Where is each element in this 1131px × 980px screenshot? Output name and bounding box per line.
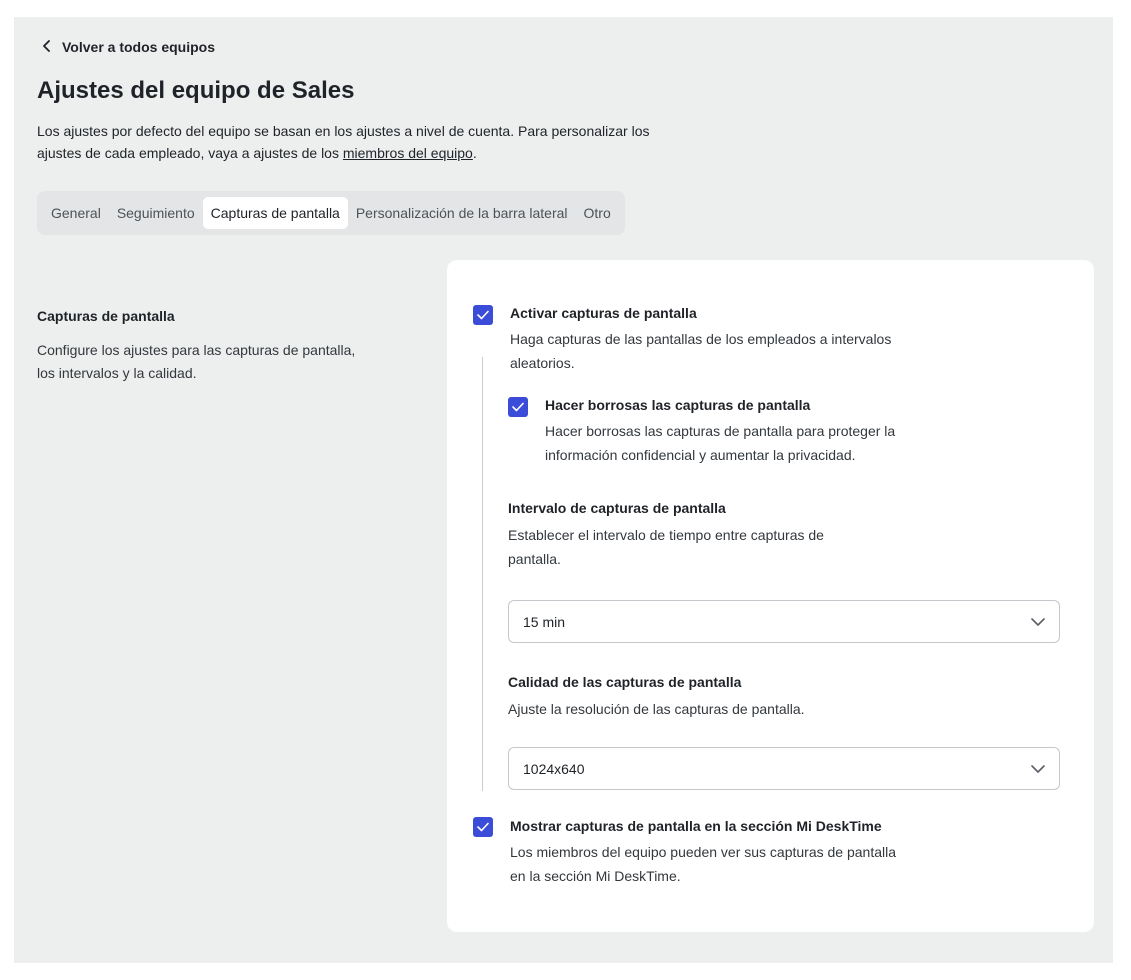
interval-select-value: 15 min (523, 613, 566, 630)
interval-description: Establecer el intervalo de tiempo entre … (508, 527, 824, 567)
back-link-label: Volver a todos equipos (62, 39, 215, 55)
show-in-desktime-checkbox[interactable] (473, 817, 493, 837)
tab-sidebar-customization[interactable]: Personalización de la barra lateral (348, 197, 576, 229)
blur-screenshots-checkbox[interactable] (508, 397, 528, 417)
section-title: Capturas de pantalla (37, 308, 175, 324)
show-in-desktime-description: Los miembros del equipo pueden ver sus c… (510, 844, 897, 884)
settings-tabs: General Seguimiento Capturas de pantalla… (37, 191, 625, 235)
tab-general[interactable]: General (43, 197, 109, 229)
section-description: Configure los ajustes para las capturas … (37, 342, 356, 381)
settings-page: Volver a todos equipos Ajustes del equip… (14, 17, 1113, 963)
chevron-left-icon (42, 39, 52, 55)
nested-settings-divider (482, 357, 483, 791)
page-title: Ajustes del equipo de Sales (37, 77, 355, 104)
quality-select[interactable]: 1024x640 (508, 747, 1060, 790)
enable-screenshots-title: Activar capturas de pantalla (510, 305, 697, 321)
chevron-down-icon (1031, 617, 1045, 626)
blur-screenshots-title: Hacer borrosas las capturas de pantalla (545, 397, 811, 413)
interval-title: Intervalo de capturas de pantalla (508, 500, 726, 516)
quality-title: Calidad de las capturas de pantalla (508, 674, 742, 690)
enable-screenshots-description: Haga capturas de las pantallas de los em… (510, 331, 892, 371)
interval-select[interactable]: 15 min (508, 600, 1060, 643)
team-members-link[interactable]: miembros del equipo (343, 145, 473, 161)
check-icon (512, 402, 524, 412)
blur-screenshots-description: Hacer borrosas las capturas de pantalla … (545, 423, 896, 463)
quality-select-value: 1024x640 (523, 760, 585, 777)
screenshot-settings-card: Activar capturas de pantalla Haga captur… (447, 260, 1094, 932)
tab-screenshots[interactable]: Capturas de pantalla (202, 197, 348, 229)
tab-tracking[interactable]: Seguimiento (109, 197, 203, 229)
show-in-desktime-title: Mostrar capturas de pantalla en la secci… (510, 818, 882, 834)
enable-screenshots-checkbox[interactable] (473, 305, 493, 325)
back-to-teams-link[interactable]: Volver a todos equipos (42, 39, 215, 55)
quality-description: Ajuste la resolución de las capturas de … (508, 701, 805, 717)
chevron-down-icon (1031, 764, 1045, 773)
tab-other[interactable]: Otro (576, 197, 619, 229)
page-description: Los ajustes por defecto del equipo se ba… (37, 120, 697, 164)
check-icon (477, 310, 489, 320)
check-icon (477, 822, 489, 832)
description-end: . (472, 145, 477, 161)
